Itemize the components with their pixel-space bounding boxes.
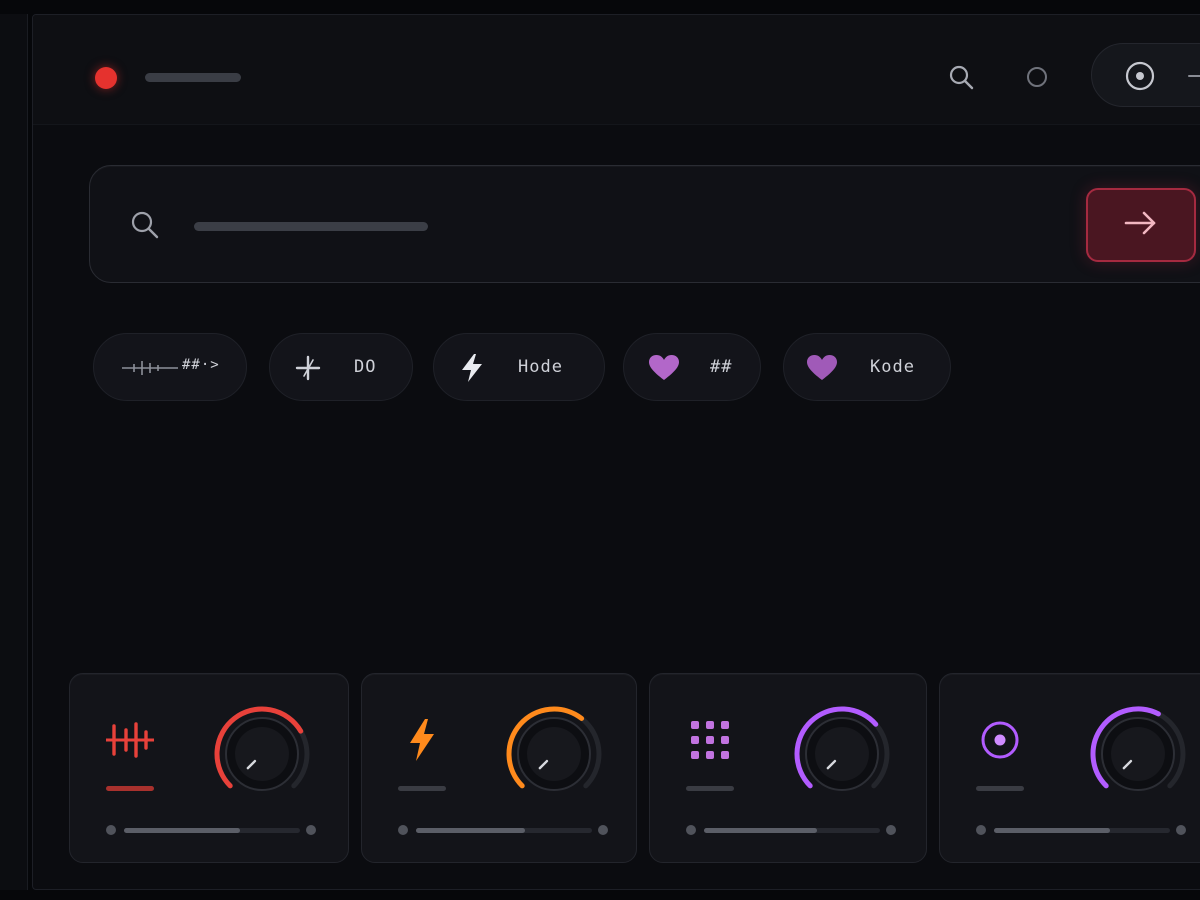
arrow-right-icon <box>1122 208 1160 243</box>
search-icon[interactable] <box>945 61 977 93</box>
filter-chip-4[interactable]: ## <box>623 333 761 401</box>
top-bar <box>33 15 1200 125</box>
knob[interactable] <box>502 702 606 806</box>
level-slider[interactable] <box>976 824 1188 836</box>
circle-dot-icon <box>972 712 1028 768</box>
knob-cap <box>527 727 581 781</box>
title-placeholder <box>145 73 241 82</box>
target-icon[interactable] <box>1122 58 1158 94</box>
dot-icon[interactable] <box>1021 61 1053 93</box>
chip-label: DO <box>354 357 377 377</box>
submit-button[interactable] <box>1086 188 1196 262</box>
knob-cap <box>235 727 289 781</box>
sparkle-icon <box>292 352 324 384</box>
filter-chip-1[interactable]: ##·> <box>93 333 247 401</box>
effect-card-3 <box>649 673 927 863</box>
filter-chip-2[interactable]: DO <box>269 333 413 401</box>
card-accent-line <box>398 786 446 791</box>
app-window: ##·> DO Hode ## Kode <box>32 14 1200 890</box>
knob[interactable] <box>210 702 314 806</box>
knob-cap <box>1111 727 1165 781</box>
search-icon <box>128 208 162 242</box>
level-slider[interactable] <box>398 824 610 836</box>
knob-cap <box>815 727 869 781</box>
card-accent-line <box>686 786 734 791</box>
chip-label: ##·> <box>182 357 220 373</box>
search-bar <box>89 165 1200 283</box>
lightning-icon <box>456 352 488 384</box>
left-rail <box>0 14 28 890</box>
audio-waveform[interactable] <box>69 423 1200 647</box>
filter-chip-5[interactable]: Kode <box>783 333 951 401</box>
card-accent-line <box>976 786 1024 791</box>
more-icon[interactable] <box>1188 70 1200 82</box>
grid-icon <box>682 712 738 768</box>
effect-card-1 <box>69 673 349 863</box>
filter-chip-3[interactable]: Hode <box>433 333 605 401</box>
heart-icon <box>648 352 680 384</box>
bars-icon <box>102 712 158 768</box>
card-accent-line <box>106 786 154 791</box>
record-indicator[interactable] <box>95 67 117 89</box>
knob[interactable] <box>790 702 894 806</box>
waveform-icon <box>120 352 180 384</box>
search-input[interactable] <box>190 206 1010 244</box>
chip-label: ## <box>710 357 733 377</box>
level-slider[interactable] <box>106 824 318 836</box>
knob[interactable] <box>1086 702 1190 806</box>
chip-label: Kode <box>870 357 915 377</box>
effect-card-4 <box>939 673 1200 863</box>
level-slider[interactable] <box>686 824 898 836</box>
heart-icon <box>806 352 838 384</box>
chip-label: Hode <box>518 357 563 377</box>
lightning-icon <box>394 712 450 768</box>
effect-card-2 <box>361 673 637 863</box>
toolbar-group <box>1091 43 1200 107</box>
